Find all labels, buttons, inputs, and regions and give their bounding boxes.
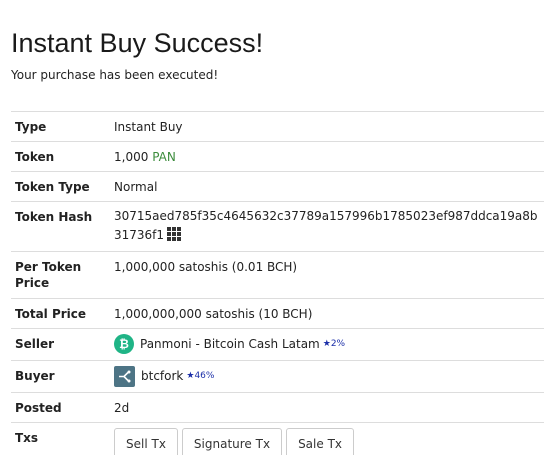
- total-price-label: Total Price: [11, 298, 114, 329]
- txs-value: Sell Tx Signature Tx Sale Tx: [114, 422, 544, 455]
- sale-tx-button[interactable]: Sale Tx: [286, 428, 354, 455]
- buyer-value: btcfork ★46%: [114, 360, 544, 393]
- page: Instant Buy Success! Your purchase has b…: [0, 0, 544, 455]
- txs-label: Txs: [11, 422, 114, 455]
- token-type-value: Normal: [114, 171, 544, 202]
- page-title: Instant Buy Success!: [11, 28, 264, 58]
- seller-rating: ★2%: [322, 339, 346, 349]
- table-row-buyer: Buyer btcfork ★46%: [11, 360, 544, 393]
- token-hash-label: Token Hash: [11, 201, 114, 252]
- table-row-token-type: Token Type Normal: [11, 171, 544, 202]
- seller-name-link[interactable]: Panmoni - Bitcoin Cash Latam: [140, 336, 320, 352]
- posted-label: Posted: [11, 392, 114, 423]
- token-value: 1,000 PAN: [114, 141, 544, 172]
- per-token-price-value: 1,000,000 satoshis (0.01 BCH): [114, 251, 544, 299]
- signature-tx-button[interactable]: Signature Tx: [181, 428, 283, 455]
- grid-icon[interactable]: [167, 227, 182, 241]
- type-label: Type: [11, 111, 114, 142]
- sell-tx-button[interactable]: Sell Tx: [114, 428, 178, 455]
- fork-icon: [114, 365, 135, 387]
- seller-value: ₿ Panmoni - Bitcoin Cash Latam ★2%: [114, 328, 544, 361]
- type-value: Instant Buy: [114, 111, 544, 142]
- token-amount: 1,000: [114, 150, 149, 164]
- table-row-type: Type Instant Buy: [11, 111, 544, 142]
- table-row-txs: Txs Sell Tx Signature Tx Sale Tx: [11, 422, 544, 455]
- buyer-label: Buyer: [11, 360, 114, 393]
- token-type-label: Token Type: [11, 171, 114, 202]
- token-hash-value: 30715aed785f35c4645632c37789a157996b1785…: [114, 201, 544, 252]
- page-subtitle: Your purchase has been executed!: [11, 68, 219, 82]
- table-row-posted: Posted 2d: [11, 392, 544, 423]
- details-table: Type Instant Buy Token 1,000 PAN Token T…: [11, 111, 544, 455]
- table-row-total-price: Total Price 1,000,000,000 satoshis (10 B…: [11, 298, 544, 329]
- table-row-seller: Seller ₿ Panmoni - Bitcoin Cash Latam ★2…: [11, 328, 544, 361]
- posted-value: 2d: [114, 392, 544, 423]
- seller-label: Seller: [11, 328, 114, 361]
- token-label: Token: [11, 141, 114, 172]
- total-price-value: 1,000,000,000 satoshis (10 BCH): [114, 298, 544, 329]
- table-row-per-token-price: Per Token Price 1,000,000 satoshis (0.01…: [11, 251, 544, 299]
- buyer-rating: ★46%: [186, 371, 215, 381]
- table-row-token-hash: Token Hash 30715aed785f35c4645632c37789a…: [11, 201, 544, 252]
- buyer-name-link[interactable]: btcfork: [141, 368, 183, 384]
- table-row-token: Token 1,000 PAN: [11, 141, 544, 172]
- bitcoin-cash-icon: ₿: [114, 334, 134, 354]
- per-token-price-label: Per Token Price: [11, 251, 114, 299]
- token-symbol-link[interactable]: PAN: [152, 150, 176, 164]
